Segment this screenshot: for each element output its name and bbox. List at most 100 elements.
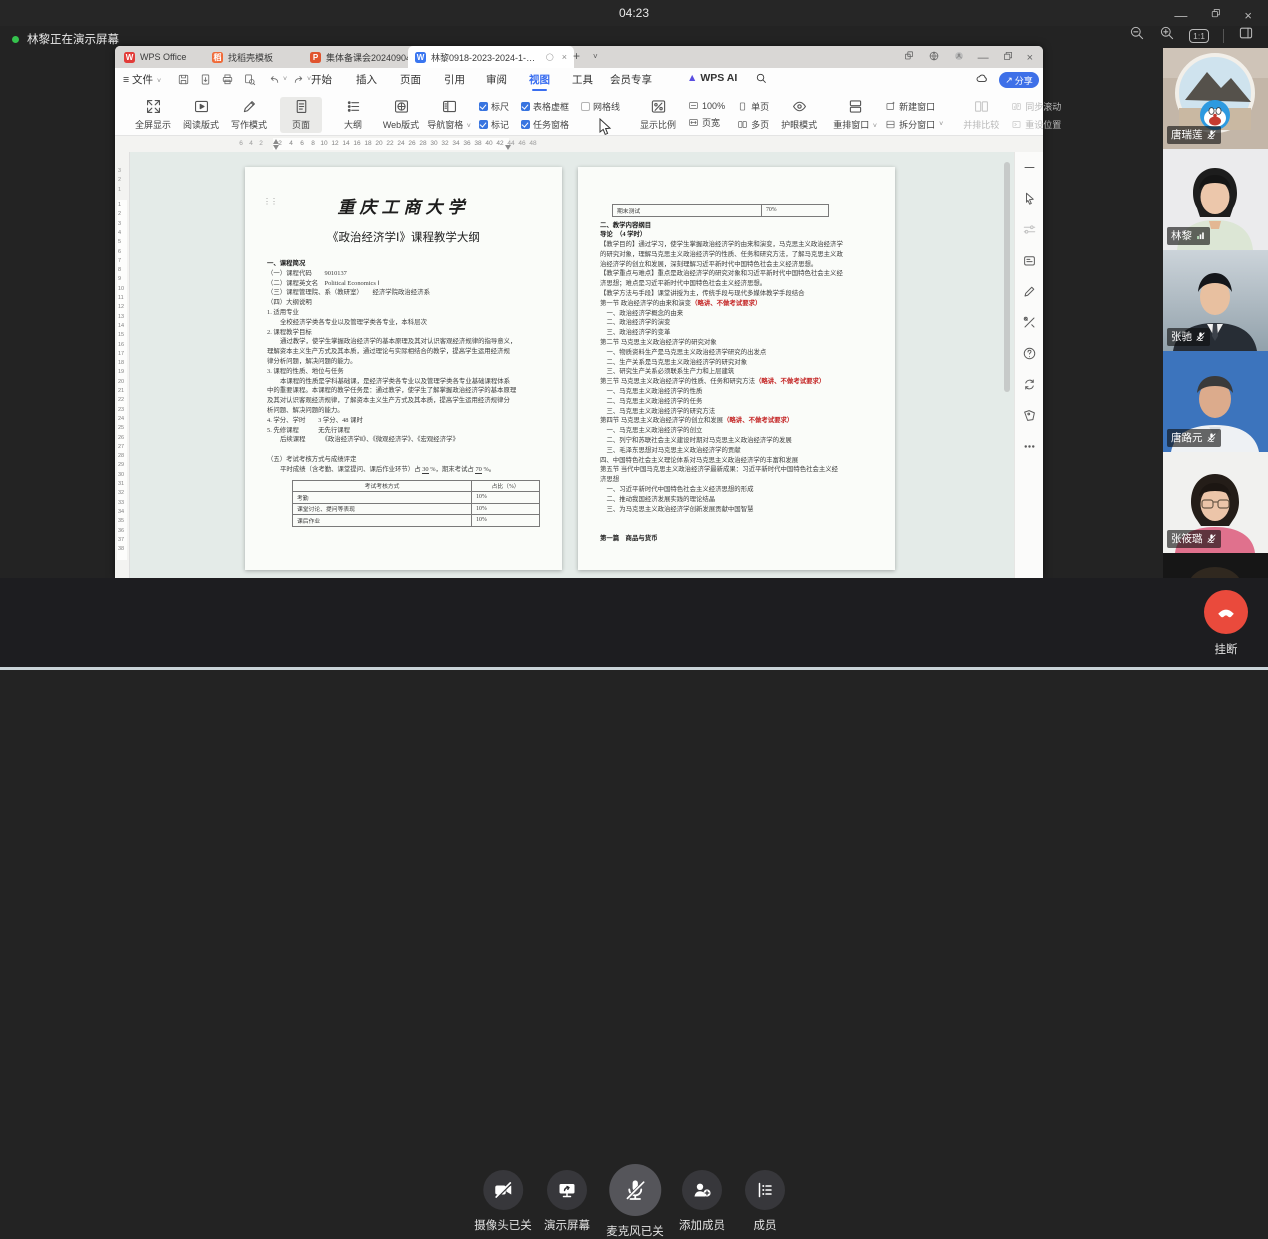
- menu-页面[interactable]: 页面: [400, 72, 421, 87]
- menu-引用[interactable]: 引用: [444, 72, 465, 87]
- sync-circle-icon[interactable]: ◯: [546, 53, 554, 61]
- cursor-icon[interactable]: [1022, 191, 1037, 211]
- menu-插入[interactable]: 插入: [356, 72, 377, 87]
- menu-会员专享[interactable]: 会员专享: [610, 72, 652, 87]
- hangup-button[interactable]: 挂断: [1204, 590, 1248, 657]
- checkbox-任务窗格[interactable]: 任务窗格: [521, 118, 569, 131]
- restore-icon[interactable]: [1002, 50, 1014, 65]
- menu-开始[interactable]: 开始: [311, 72, 332, 87]
- sliders-icon[interactable]: [1022, 222, 1037, 242]
- document-area: 3211234567891011121314151617181920212223…: [115, 152, 1043, 578]
- sync-icon[interactable]: [1022, 377, 1037, 397]
- zoom-in-icon[interactable]: [1159, 25, 1175, 46]
- close-icon[interactable]: ×: [1244, 8, 1252, 23]
- participant-tile-partial[interactable]: [1163, 553, 1268, 578]
- doc-line: 一、马克思主义政治经济学的性质: [600, 387, 873, 397]
- minimize-icon[interactable]: —: [978, 52, 989, 64]
- drag-handle-icon[interactable]: ⋮⋮: [263, 197, 277, 206]
- checkbox-网格线[interactable]: 网格线: [581, 100, 620, 113]
- cloud-sync-icon[interactable]: [975, 72, 989, 89]
- toolbar-mic-off-button[interactable]: 麦克风已关: [606, 1164, 664, 1239]
- wps-tab-1[interactable]: WWPS Office: [117, 46, 213, 68]
- participant-tile-唐瑞莲[interactable]: 唐瑞莲: [1163, 48, 1268, 149]
- print-preview-icon[interactable]: [243, 73, 256, 89]
- undo-icon[interactable]: [268, 73, 281, 89]
- close-icon[interactable]: ×: [1027, 52, 1033, 64]
- document-page-1[interactable]: ⋮⋮ 重庆工商大学 《政治经济学Ⅰ》课程教学大纲 一、课程简况（一）课程代码 9…: [245, 167, 562, 570]
- file-menu[interactable]: ≡ 文件 ˅: [123, 72, 161, 87]
- ribbon-多页[interactable]: 多页: [737, 118, 769, 131]
- pen-icon[interactable]: [1022, 284, 1037, 304]
- layout-icon[interactable]: [1238, 25, 1254, 46]
- ribbon-大纲[interactable]: 大纲: [336, 97, 370, 131]
- menu-视图[interactable]: 视图: [529, 72, 550, 87]
- ribbon-阅读版式[interactable]: 阅读版式: [184, 97, 218, 131]
- search-icon[interactable]: [755, 72, 768, 88]
- menu-审阅[interactable]: 审阅: [486, 72, 507, 87]
- tools-icon[interactable]: [1022, 315, 1037, 335]
- zoom-out-icon[interactable]: [1129, 25, 1145, 46]
- vertical-scrollbar[interactable]: [1004, 162, 1010, 392]
- wps-tab-4[interactable]: W林黎0918-2023-2024-1-政…◯×: [408, 46, 574, 68]
- pct-icon: [688, 100, 699, 111]
- participant-tile-林黎[interactable]: 林黎: [1163, 149, 1268, 250]
- doc-line: 通过教学，使学生掌握政治经济学的基本原理及其对认识客观经济规律的指导意义，: [267, 337, 540, 347]
- ribbon-新建窗口[interactable]: 新建窗口: [885, 100, 943, 113]
- indent-marker[interactable]: [273, 139, 279, 144]
- ribbon-Web版式[interactable]: Web版式: [384, 97, 418, 131]
- ribbon-重排窗口[interactable]: 重排窗口 ˅: [838, 97, 872, 131]
- tag-icon[interactable]: [1022, 408, 1037, 428]
- ruler-number: 4: [118, 230, 121, 236]
- ribbon-column: 表格虚框任务窗格: [521, 100, 569, 131]
- actual-size-button[interactable]: 1:1: [1189, 29, 1209, 43]
- help-icon[interactable]: [1022, 346, 1037, 366]
- redo-icon[interactable]: [292, 73, 305, 89]
- menu-工具[interactable]: 工具: [572, 72, 593, 87]
- toolbar-camera-off-button[interactable]: 摄像头已关: [474, 1170, 532, 1233]
- print-icon[interactable]: [221, 73, 234, 89]
- participant-tile-张筱璐[interactable]: 张筱璐: [1163, 452, 1268, 553]
- participant-tile-张驰[interactable]: 张驰: [1163, 250, 1268, 351]
- components-icon[interactable]: [903, 50, 915, 65]
- ribbon-页宽[interactable]: 页宽: [688, 116, 725, 129]
- wps-tab-2[interactable]: 稻找稻壳模板: [205, 46, 311, 68]
- restore-icon[interactable]: [1209, 7, 1222, 23]
- document-page-2[interactable]: 期末测试70% 二、教学内容纲目导论 （4 学时）【教学目的】通过学习，使学生掌…: [578, 167, 895, 570]
- ribbon-单页[interactable]: 单页: [737, 100, 769, 113]
- ruler-number: 6: [239, 140, 243, 147]
- account-icon[interactable]: [953, 50, 965, 65]
- new-tab-button[interactable]: +: [573, 49, 580, 63]
- close-icon[interactable]: ×: [562, 52, 567, 62]
- export-icon[interactable]: [199, 73, 212, 89]
- indent-marker[interactable]: [505, 145, 511, 150]
- indent-marker[interactable]: [273, 145, 279, 150]
- ribbon-100%[interactable]: 100%: [688, 100, 725, 111]
- wps-ai-menu[interactable]: ▲ WPS AI: [687, 72, 737, 84]
- toolbar-add-member-button[interactable]: 添加成员: [679, 1170, 725, 1233]
- toolbar-members-button[interactable]: 成员: [745, 1170, 785, 1233]
- globe-icon[interactable]: [928, 50, 940, 65]
- ribbon-页面[interactable]: 页面: [280, 97, 322, 133]
- ribbon-护眼模式[interactable]: 护眼模式: [782, 97, 816, 131]
- tab-list-chevron-icon[interactable]: ˅: [593, 52, 598, 61]
- share-button[interactable]: ↗分享: [999, 72, 1039, 88]
- toolbar-screen-share-button[interactable]: 演示屏幕: [544, 1170, 590, 1233]
- stamp-icon[interactable]: [1022, 253, 1037, 273]
- ruler-number: 3: [118, 168, 121, 174]
- ribbon-拆分窗口[interactable]: 拆分窗口˅: [885, 118, 943, 131]
- minimize-icon[interactable]: —: [1174, 8, 1187, 23]
- save-icon[interactable]: [177, 73, 190, 89]
- checkbox-表格虚框[interactable]: 表格虚框: [521, 100, 569, 113]
- chevron-down-icon[interactable]: ˅: [283, 76, 287, 83]
- more-icon[interactable]: [1022, 439, 1037, 459]
- horizontal-ruler[interactable]: 6422468101214161820222426283032343638404…: [115, 136, 1043, 153]
- ribbon-写作模式[interactable]: 写作模式: [232, 97, 266, 131]
- ribbon-全屏显示[interactable]: 全屏显示: [136, 97, 170, 131]
- checkbox-标记[interactable]: 标记: [479, 118, 509, 131]
- ribbon-显示比例[interactable]: 显示比例: [641, 97, 675, 131]
- ribbon-导航窗格[interactable]: 导航窗格 ˅: [432, 97, 466, 131]
- collapse-icon[interactable]: [1022, 160, 1037, 180]
- checkbox-标尺[interactable]: 标尺: [479, 100, 509, 113]
- vertical-ruler[interactable]: 3211234567891011121314151617181920212223…: [115, 152, 130, 578]
- participant-tile-唐路元[interactable]: 唐路元: [1163, 351, 1268, 452]
